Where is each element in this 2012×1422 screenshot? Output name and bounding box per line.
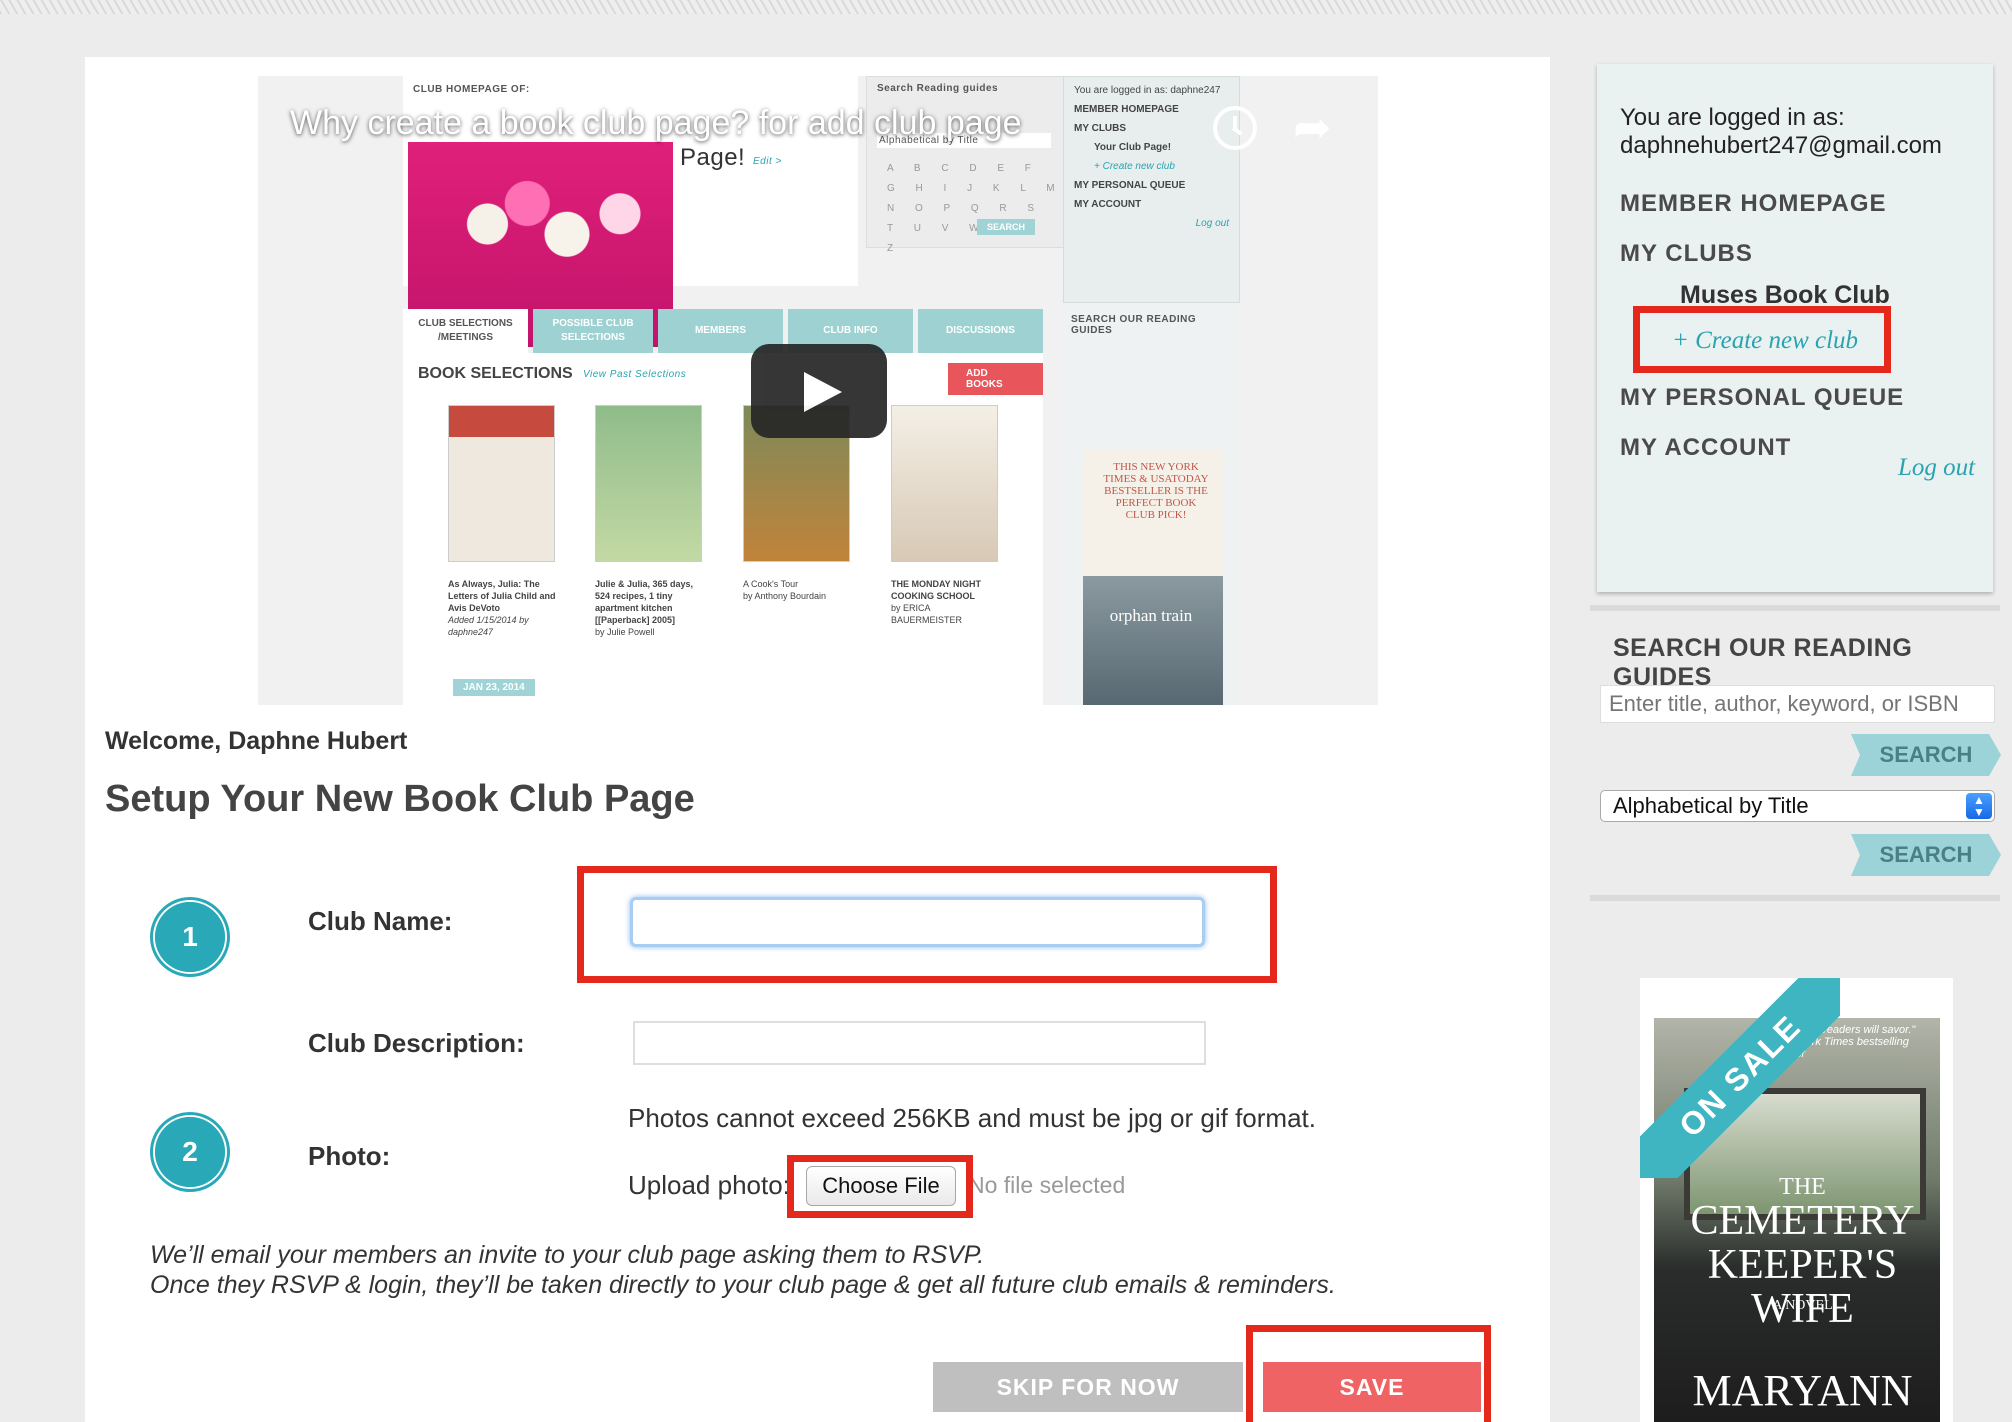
highlight-create-club bbox=[1633, 306, 1891, 373]
book-caption-3-title: A Cook's Tour bbox=[743, 579, 799, 589]
video-nav-4: MY PERSONAL QUEUE bbox=[1074, 180, 1186, 191]
video-ad-book-title: orphan train bbox=[1109, 606, 1193, 625]
video-nav-5: MY ACCOUNT bbox=[1074, 199, 1142, 210]
book-cover-1 bbox=[448, 405, 555, 562]
video-page-label: Page! bbox=[680, 144, 746, 171]
book-caption-3-added: by Anthony Bourdain bbox=[743, 591, 827, 601]
book-caption-3: A Cook's Tour by Anthony Bourdain bbox=[743, 578, 853, 602]
highlight-choose-file bbox=[787, 1155, 973, 1218]
select-arrows-icon: ▲ ▼ bbox=[1966, 793, 1992, 819]
top-decorative-stripe bbox=[0, 0, 2012, 14]
nav-my-clubs[interactable]: MY CLUBS bbox=[1620, 240, 1753, 268]
share-arrow-icon[interactable]: ➦ bbox=[1293, 100, 1332, 154]
highlight-club-name bbox=[577, 866, 1277, 983]
no-file-selected: No file selected bbox=[968, 1172, 1126, 1198]
photo-label: Photo: bbox=[308, 1141, 391, 1171]
video-nav-3: + Create new club bbox=[1094, 161, 1175, 172]
sort-select[interactable]: Alphabetical by Title ▲ ▼ bbox=[1600, 790, 1995, 822]
book-caption-2-title: Julie & Julia, 365 days, 524 recipes, 1 … bbox=[595, 579, 694, 625]
club-description-label: Club Description: bbox=[308, 1028, 525, 1058]
side-search-title: SEARCH OUR READING GUIDES bbox=[1613, 634, 1913, 691]
book-caption-1-title: As Always, Julia: The Letters of Julia C… bbox=[448, 579, 556, 613]
book-cover-4 bbox=[891, 405, 998, 562]
page-title: Setup Your New Book Club Page bbox=[105, 778, 695, 820]
logged-in-label: You are logged in as: bbox=[1620, 104, 1845, 131]
sidebar-divider bbox=[1590, 605, 2000, 611]
skip-for-now-button[interactable]: SKIP FOR NOW bbox=[933, 1362, 1243, 1412]
book-caption-4: THE MONDAY NIGHT COOKING SCHOOL by ERICA… bbox=[891, 578, 1001, 626]
video-tab-1: POSSIBLE CLUB SELECTIONS bbox=[533, 309, 653, 353]
photo-note: Photos cannot exceed 256KB and must be j… bbox=[628, 1103, 1316, 1133]
video-ad-text: THIS NEW YORK TIMES & USATODAY BESTSELLE… bbox=[1103, 461, 1209, 521]
video-nav-0: MEMBER HOMEPAGE bbox=[1074, 104, 1179, 115]
side-search-button-2[interactable]: SEARCH bbox=[1851, 834, 2001, 876]
ad-title-the: THE bbox=[1779, 1174, 1826, 1200]
video-ad-book: orphan train bbox=[1083, 576, 1223, 705]
side-search-input[interactable] bbox=[1600, 685, 1995, 723]
book-cover-2 bbox=[595, 405, 702, 562]
nav-my-account[interactable]: MY ACCOUNT bbox=[1620, 434, 1791, 462]
video-edit-label: Edit > bbox=[753, 156, 782, 167]
watch-later-clock-icon[interactable] bbox=[1213, 106, 1257, 150]
video-nav-2: Your Club Page! bbox=[1094, 142, 1172, 153]
nav-personal-queue[interactable]: MY PERSONAL QUEUE bbox=[1620, 384, 1904, 412]
video-add-books: ADD BOOKS bbox=[948, 363, 1043, 395]
video-tab-0: CLUB SELECTIONS /MEETINGS bbox=[403, 309, 528, 353]
video-search-our-guides: SEARCH OUR READING GUIDES bbox=[1071, 314, 1197, 336]
side-search-button[interactable]: SEARCH bbox=[1851, 734, 2001, 776]
video-side-column: You are logged in as: daphne247 MEMBER H… bbox=[1063, 76, 1240, 303]
log-out-link[interactable]: Log out bbox=[1898, 454, 1975, 482]
video-search-column: Search Reading guides Alphabetical by Ti… bbox=[866, 76, 1073, 254]
video-tabs: CLUB SELECTIONS /MEETINGS POSSIBLE CLUB … bbox=[403, 309, 1043, 353]
book-date-badge: JAN 23, 2014 bbox=[453, 679, 535, 696]
video-player[interactable]: CLUB HOMEPAGE OF: Page! Edit > Search Re… bbox=[258, 76, 1378, 705]
video-title: Why create a book club page? for add clu… bbox=[290, 104, 1022, 142]
video-content: BOOK SELECTIONS View Past Selections ADD… bbox=[403, 353, 1043, 705]
on-sale-ribbon: ON SALE bbox=[1640, 978, 1840, 1178]
book-caption-2-added: by Julie Powell bbox=[595, 627, 655, 637]
invite-line-2: Once they RSVP & login, they’ll be taken… bbox=[150, 1271, 1336, 1299]
ad-novel: A NOVEL bbox=[1772, 1298, 1833, 1313]
play-button[interactable] bbox=[751, 344, 887, 438]
book-caption-2: Julie & Julia, 365 days, 524 recipes, 1 … bbox=[595, 578, 705, 638]
video-log-out: Log out bbox=[1195, 218, 1229, 229]
video-book-selections: BOOK SELECTIONS bbox=[418, 365, 573, 382]
sidebar-divider-2 bbox=[1590, 895, 2000, 901]
book-caption-4-title: THE MONDAY NIGHT COOKING SCHOOL bbox=[891, 579, 982, 601]
step-1-badge: 1 bbox=[155, 902, 225, 972]
invite-line-1: We’ll email your members an invite to yo… bbox=[150, 1241, 985, 1269]
video-nav-1: MY CLUBS bbox=[1074, 123, 1127, 134]
club-description-input[interactable] bbox=[633, 1021, 1206, 1065]
book-caption-4-added: by ERICA BAUERMEISTER bbox=[891, 603, 963, 625]
video-search-guides-label: Search Reading guides bbox=[877, 83, 999, 94]
logged-in-email: daphnehubert247@gmail.com bbox=[1620, 132, 1942, 159]
invite-text: We’ll email your members an invite to yo… bbox=[150, 1240, 1336, 1300]
video-tab-4: DISCUSSIONS bbox=[918, 309, 1043, 353]
video-search-button: SEARCH bbox=[977, 219, 1036, 235]
nav-member-homepage[interactable]: MEMBER HOMEPAGE bbox=[1620, 190, 1887, 218]
ad-author: MARYANN bbox=[1692, 1366, 1913, 1415]
upload-photo-label: Upload photo: bbox=[628, 1170, 790, 1200]
step-2-badge: 2 bbox=[155, 1117, 225, 1187]
sale-ribbon-wrapper: ON SALE bbox=[1640, 978, 1840, 1178]
welcome-message: Welcome, Daphne Hubert bbox=[105, 727, 408, 755]
highlight-save bbox=[1246, 1325, 1491, 1422]
video-logged-in: You are logged in as: daphne247 bbox=[1074, 85, 1221, 96]
video-view-past: View Past Selections bbox=[583, 369, 687, 380]
club-name-label: Club Name: bbox=[308, 906, 453, 936]
sort-select-value: Alphabetical by Title bbox=[1613, 793, 1809, 818]
book-caption-1-added: Added 1/15/2014 by daphne247 bbox=[448, 615, 529, 637]
book-caption-1: As Always, Julia: The Letters of Julia C… bbox=[448, 578, 558, 638]
video-letters: A B C D E F G H I J K L M N O P Q R S T … bbox=[887, 163, 1064, 254]
play-icon bbox=[804, 372, 842, 412]
logged-in-info: You are logged in as: daphnehubert247@gm… bbox=[1620, 104, 1942, 160]
video-club-homepage-label: CLUB HOMEPAGE OF: bbox=[413, 84, 530, 95]
